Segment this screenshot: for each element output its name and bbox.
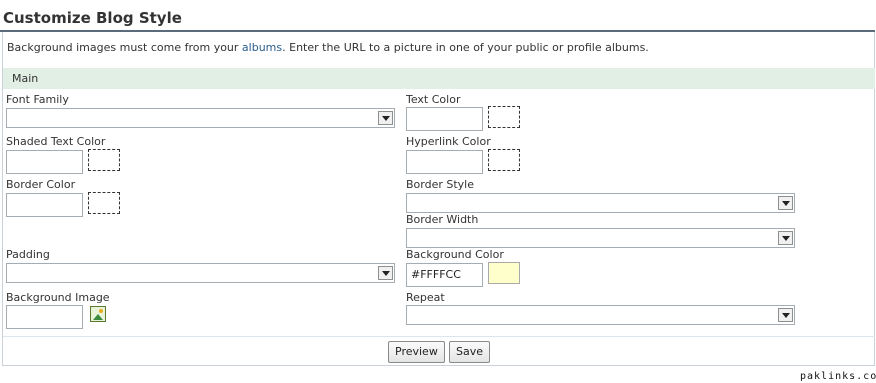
- background-image-label: Background Image: [6, 291, 110, 304]
- intro-text-start: Background images must come from your: [7, 41, 242, 54]
- hyperlink-color-swatch[interactable]: [488, 149, 520, 171]
- padding-select[interactable]: [6, 263, 395, 283]
- border-width-select[interactable]: [406, 228, 795, 248]
- text-color-swatch[interactable]: [488, 106, 520, 128]
- background-color-label: Background Color: [406, 248, 504, 261]
- chevron-down-icon[interactable]: [778, 231, 793, 245]
- chevron-down-icon[interactable]: [778, 196, 793, 210]
- text-color-label: Text Color: [406, 93, 461, 106]
- save-button[interactable]: Save: [449, 341, 491, 363]
- background-image-input[interactable]: [6, 305, 83, 329]
- intro-text-end: . Enter the URL to a picture in one of y…: [282, 41, 649, 54]
- border-style-select[interactable]: [406, 193, 795, 213]
- border-color-label: Border Color: [6, 178, 76, 191]
- font-family-select[interactable]: [6, 108, 395, 128]
- hyperlink-color-label: Hyperlink Color: [406, 135, 491, 148]
- background-color-swatch[interactable]: [488, 262, 520, 284]
- image-icon[interactable]: [90, 306, 106, 322]
- border-color-input[interactable]: [6, 193, 83, 217]
- border-width-label: Border Width: [406, 213, 479, 226]
- background-color-input[interactable]: #FFFFCC: [406, 263, 483, 287]
- shaded-text-color-input[interactable]: [6, 150, 83, 174]
- preview-button[interactable]: Preview: [388, 341, 445, 363]
- repeat-select[interactable]: [406, 305, 795, 325]
- repeat-label: Repeat: [406, 291, 445, 304]
- footer-divider: [3, 336, 875, 337]
- chevron-down-icon[interactable]: [378, 266, 393, 280]
- chevron-down-icon[interactable]: [778, 308, 793, 322]
- section-header-main: Main: [3, 68, 875, 89]
- site-watermark: paklinks.com: [800, 371, 876, 382]
- shaded-text-color-label: Shaded Text Color: [6, 135, 106, 148]
- font-family-label: Font Family: [6, 93, 69, 106]
- intro-text: Background images must come from your al…: [7, 41, 649, 54]
- text-color-input[interactable]: [406, 107, 483, 131]
- chevron-down-icon[interactable]: [378, 111, 393, 125]
- border-style-label: Border Style: [406, 178, 475, 191]
- shaded-text-color-swatch[interactable]: [88, 149, 120, 171]
- border-color-swatch[interactable]: [88, 192, 120, 214]
- hyperlink-color-input[interactable]: [406, 150, 483, 174]
- page-title: Customize Blog Style: [3, 9, 182, 27]
- padding-label: Padding: [6, 248, 50, 261]
- albums-link[interactable]: albums: [242, 41, 282, 54]
